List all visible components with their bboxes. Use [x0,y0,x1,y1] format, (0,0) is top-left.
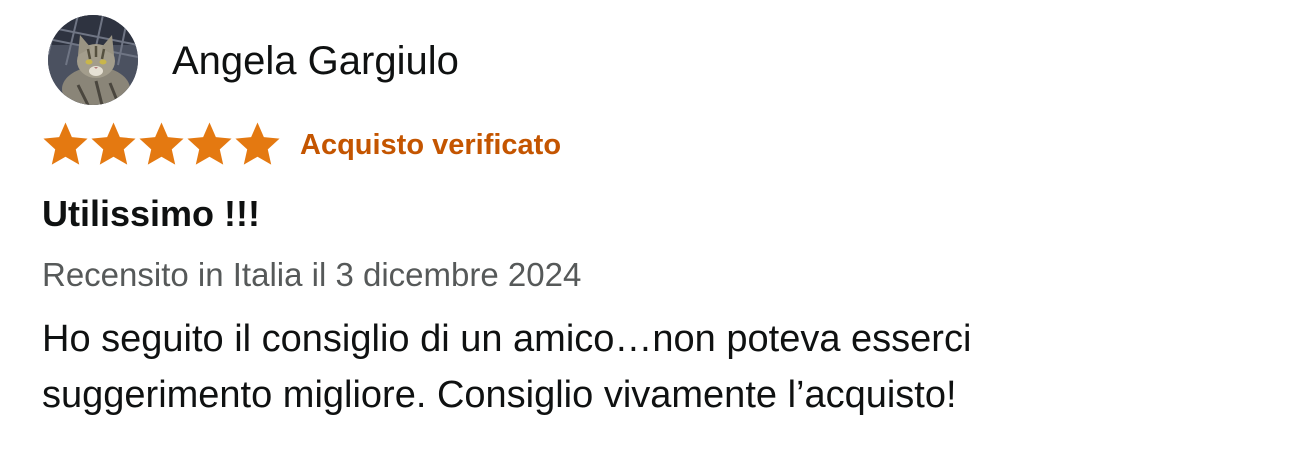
review-body: Ho seguito il consiglio di un amico…non … [42,311,1242,423]
star-icon [235,122,280,165]
review-body-line: suggerimento migliore. Consiglio vivamen… [42,374,957,416]
verified-purchase-badge[interactable]: Acquisto verificato [300,127,561,163]
reviewer-name[interactable]: Angela Gargiulo [172,38,459,84]
star-icon [187,122,232,165]
reviewer-avatar[interactable] [48,15,138,105]
star-rating[interactable] [42,120,281,168]
review-title[interactable]: Utilissimo !!! [42,192,260,236]
cat-avatar-icon [48,15,138,105]
review-date: Recensito in Italia il 3 dicembre 2024 [42,256,582,293]
star-icon [91,122,136,165]
star-icon [139,122,184,165]
review-body-line: Ho seguito il consiglio di un amico…non … [42,318,972,360]
star-icon [43,122,88,165]
review-card: Angela Gargiulo Acquisto verificato Util… [0,0,1290,450]
